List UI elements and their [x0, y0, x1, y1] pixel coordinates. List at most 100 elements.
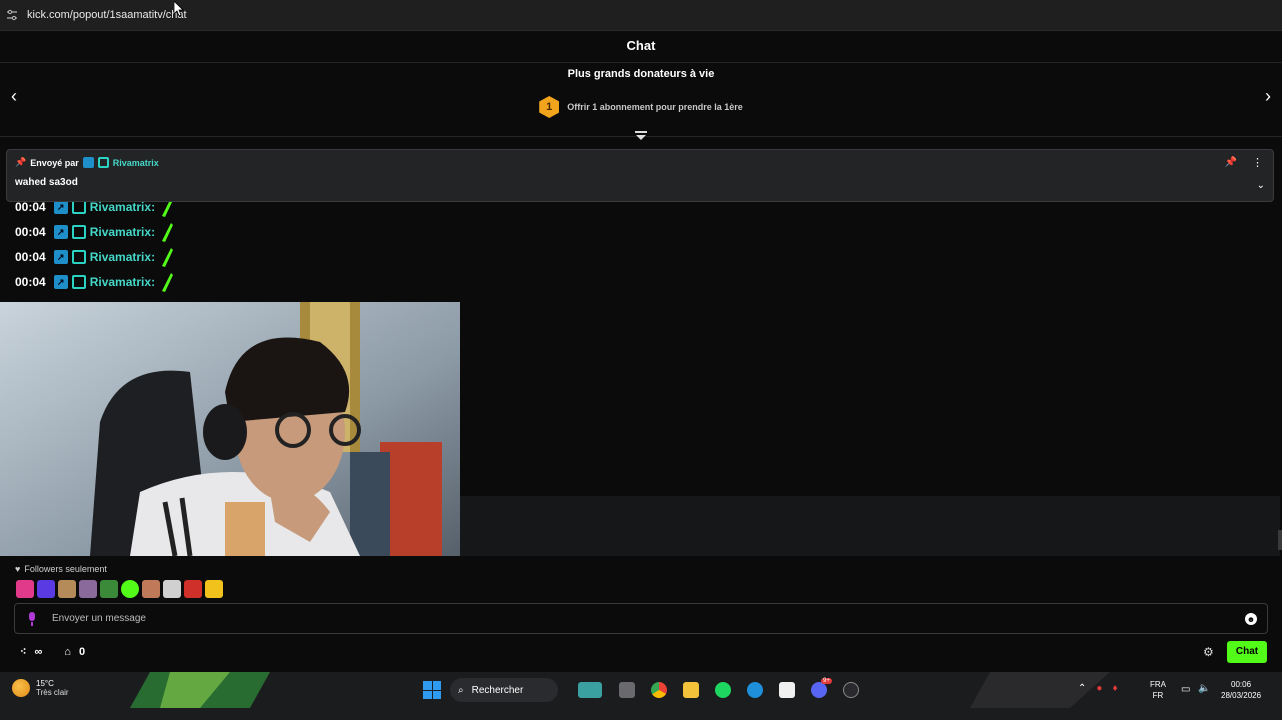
followers-only-label: Followers seulement — [24, 564, 107, 574]
weather-widget[interactable]: 15°C Très clair — [12, 679, 69, 697]
task-view-icon[interactable] — [619, 682, 635, 698]
unpin-icon[interactable]: 📌 — [1225, 157, 1237, 168]
followers-only-indicator: ♥ Followers seulement — [15, 564, 107, 574]
message-username[interactable]: Rivamatrix: — [90, 225, 155, 239]
system-tray: ⌃ ● ♦ — [1078, 683, 1118, 694]
message-username[interactable]: Rivamatrix: — [90, 200, 155, 214]
browser-address-bar[interactable]: kick.com/popout/1saamatitv/chat — [0, 0, 1282, 31]
language-code: FRA — [1150, 680, 1166, 689]
og-badge-icon — [97, 157, 109, 168]
scroll-down-icon[interactable] — [635, 131, 647, 141]
points-icon[interactable]: ⁖ — [20, 645, 26, 658]
emote-icon[interactable] — [205, 580, 223, 598]
microphone-icon[interactable]: ♦ — [1112, 683, 1117, 694]
emote-icon[interactable] — [184, 580, 202, 598]
chevron-down-icon[interactable]: ⌄ — [1257, 180, 1265, 191]
emote-icon[interactable] — [142, 580, 160, 598]
composer-tools: ⁖ ∞ ⌂ 0 — [20, 645, 85, 659]
sent-by-label: Envoyé par — [30, 157, 79, 168]
discord-icon[interactable] — [811, 682, 827, 698]
pinned-message[interactable]: 📌 Envoyé par Rivamatrix wahed sa3od 📌 ⋮ … — [6, 149, 1274, 202]
scrollbar[interactable] — [1278, 530, 1282, 550]
display-icon[interactable]: ▭ — [1181, 684, 1190, 695]
chat-header: Chat — [0, 31, 1282, 63]
system-clock[interactable]: 00:06 28/03/2026 — [1221, 679, 1261, 701]
network-alert-icon[interactable]: ● — [1096, 683, 1102, 694]
donor-cta-row[interactable]: 1 Offrir 1 abonnement pour prendre la 1è… — [0, 96, 1282, 118]
message-username[interactable]: Rivamatrix: — [90, 275, 155, 289]
url-text[interactable]: kick.com/popout/1saamatitv/chat — [27, 9, 187, 21]
webcam-overlay — [0, 302, 460, 556]
verified-badge-icon: ↗ — [53, 250, 68, 264]
message-username[interactable]: Rivamatrix: — [90, 250, 155, 264]
weather-icon — [12, 679, 30, 697]
emote-icon[interactable] — [100, 580, 118, 598]
og-badge-icon — [71, 200, 86, 214]
message-time: 00:04 — [15, 200, 46, 214]
emote-icon — [162, 273, 174, 292]
mouse-cursor-icon — [174, 1, 184, 17]
message-placeholder[interactable]: Envoyer un message — [52, 613, 146, 624]
verified-badge-icon: ↗ — [53, 275, 68, 289]
donor-cta-text[interactable]: Offrir 1 abonnement pour prendre la 1ère — [567, 102, 743, 112]
chat-message[interactable]: 00:04 ↗ Rivamatrix: — [15, 246, 175, 268]
send-chat-button[interactable]: Chat — [1227, 641, 1267, 663]
pinned-username[interactable]: Rivamatrix — [113, 158, 159, 168]
emote-icon[interactable] — [121, 580, 139, 598]
search-icon: ⌕ — [458, 684, 464, 696]
emote-icon — [162, 248, 174, 267]
verified-badge-icon — [82, 157, 94, 168]
chat-message[interactable]: 00:04 ↗ Rivamatrix: — [15, 271, 175, 293]
windows-taskbar: 15°C Très clair ⌕ Rechercher 9+ ⌃ ● ♦ FR… — [0, 672, 1282, 720]
message-time: 00:04 — [15, 225, 46, 239]
emote-icon[interactable] — [58, 580, 76, 598]
chat-message[interactable]: 00:04 ↗ Rivamatrix: — [15, 221, 175, 243]
gear-icon[interactable]: ⚙ — [1203, 645, 1214, 659]
language-indicator[interactable]: FRA FR — [1150, 679, 1166, 701]
stream-background — [460, 496, 1280, 556]
volume-icon[interactable]: 🔈 — [1198, 683, 1210, 694]
verified-badge-icon: ↗ — [53, 225, 68, 239]
microphone-icon[interactable] — [27, 612, 37, 626]
og-badge-icon — [71, 275, 86, 289]
chevron-up-icon[interactable]: ⌃ — [1078, 683, 1086, 694]
message-input[interactable]: Envoyer un message ☻ — [14, 603, 1268, 634]
pinned-sender: 📌 Envoyé par Rivamatrix — [15, 157, 159, 168]
emote-icon[interactable] — [37, 580, 55, 598]
quick-emote-row — [16, 580, 223, 598]
emote-icon[interactable] — [163, 580, 181, 598]
spotify-icon[interactable] — [715, 682, 731, 698]
og-badge-icon — [71, 250, 86, 264]
site-settings-icon[interactable] — [6, 9, 18, 21]
points-value: ∞ — [34, 645, 43, 658]
emote-icon[interactable] — [79, 580, 97, 598]
chat-title: Chat — [626, 38, 656, 53]
og-badge-icon — [71, 225, 86, 239]
search-label[interactable]: Rechercher — [472, 685, 524, 696]
rank-badge-icon: 1 — [539, 96, 560, 118]
donors-title: Plus grands donateurs à vie — [567, 68, 715, 80]
heart-icon: ♥ — [15, 564, 21, 574]
store-icon[interactable]: ⌂ — [64, 646, 71, 658]
store-app-icon[interactable] — [779, 682, 795, 698]
clock-date: 28/03/2026 — [1221, 691, 1262, 700]
windows-start-icon[interactable] — [423, 681, 441, 699]
emote-icon[interactable] — [16, 580, 34, 598]
discord-badge: 9+ — [821, 678, 832, 684]
edge-icon[interactable] — [747, 682, 763, 698]
verified-badge-icon: ↗ — [53, 200, 68, 214]
app-icon[interactable] — [843, 682, 859, 698]
chat-composer: ♥ Followers seulement Envoyer un message… — [0, 556, 1282, 672]
message-time: 00:04 — [15, 275, 46, 289]
pinned-text: wahed sa3od — [15, 177, 78, 188]
widget-app-icon[interactable] — [578, 682, 602, 698]
taskbar-search[interactable]: ⌕ Rechercher — [450, 678, 558, 702]
temperature: 15°C — [36, 679, 54, 688]
emote-icon — [162, 223, 174, 242]
emoji-picker-icon[interactable]: ☻ — [1245, 613, 1257, 625]
file-explorer-icon[interactable] — [683, 682, 699, 698]
more-options-icon[interactable]: ⋮ — [1252, 156, 1263, 169]
chrome-icon[interactable] — [651, 682, 667, 698]
clock-time: 00:06 — [1231, 680, 1252, 689]
message-time: 00:04 — [15, 250, 46, 264]
